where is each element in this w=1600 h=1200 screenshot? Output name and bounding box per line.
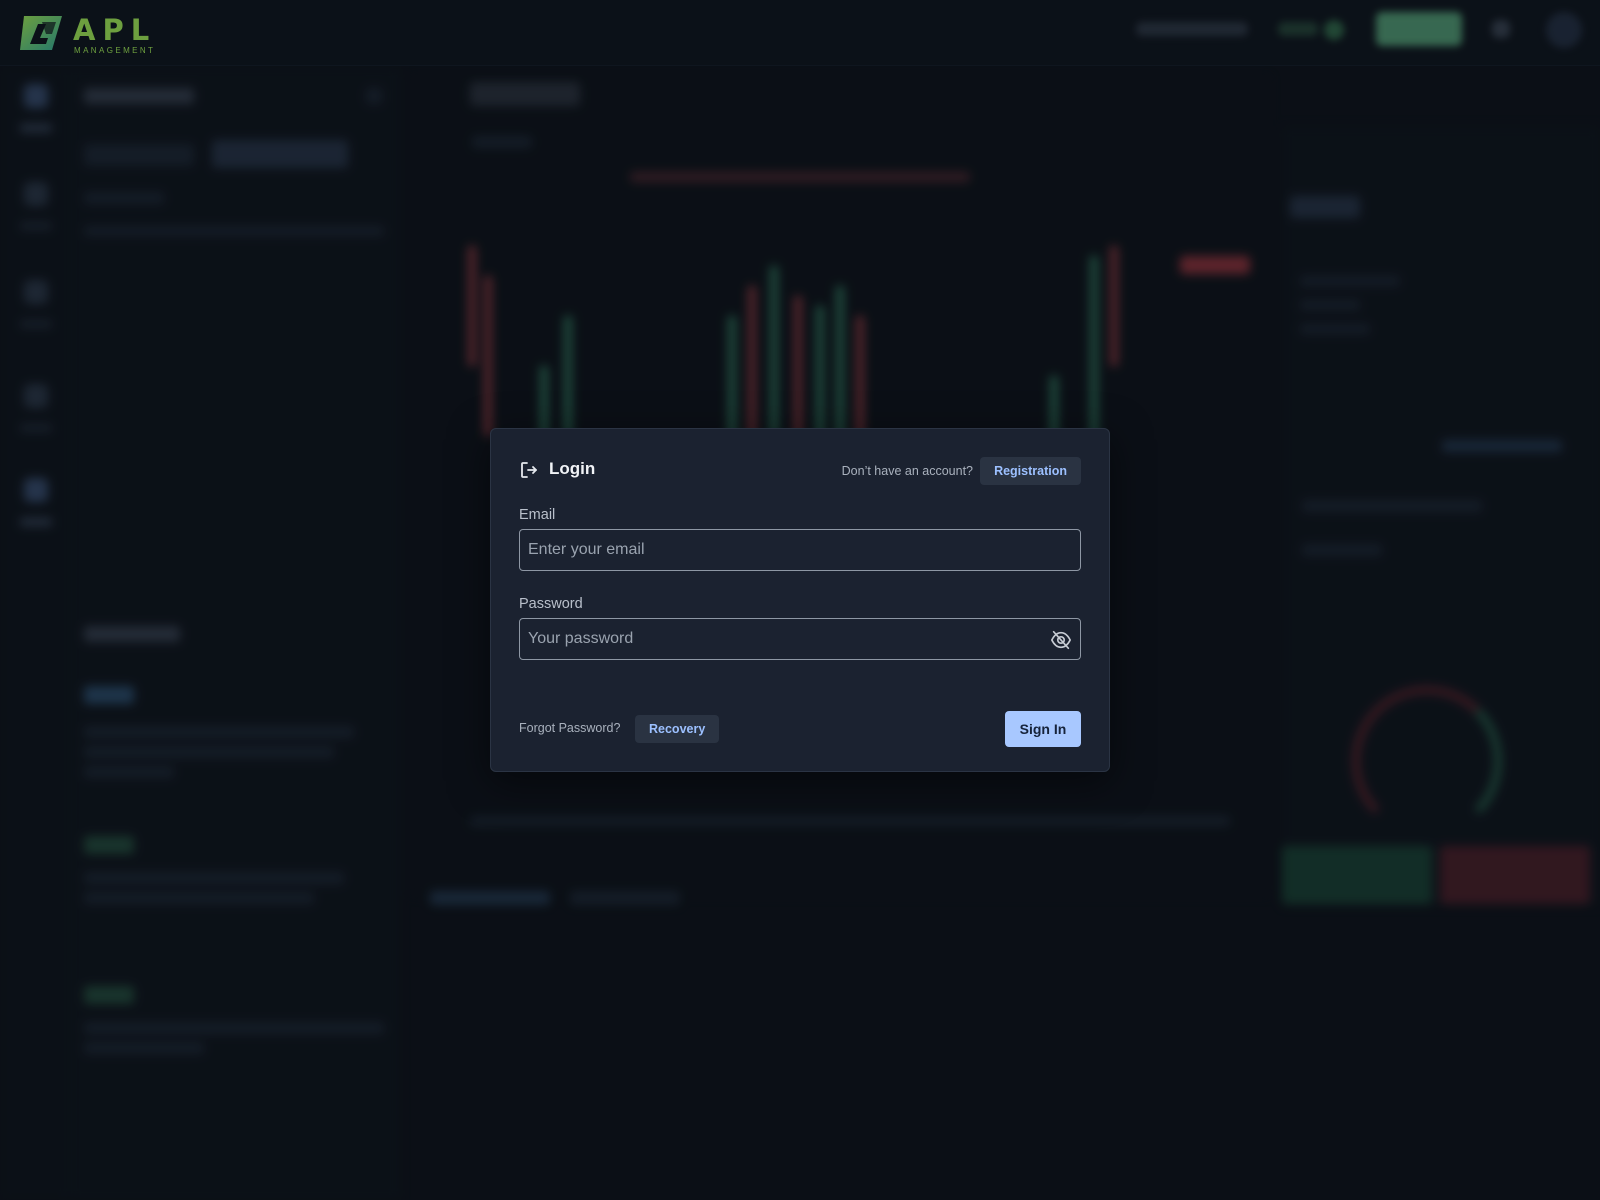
dialog-header: Login Don’t have an account? Registratio… (519, 457, 1081, 487)
registration-button[interactable]: Registration (980, 457, 1081, 485)
password-field[interactable] (520, 619, 1080, 659)
eye-off-icon[interactable] (1050, 629, 1072, 651)
sign-in-button[interactable]: Sign In (1005, 711, 1081, 747)
login-arrow-icon (521, 462, 537, 478)
login-dialog: Login Don’t have an account? Registratio… (490, 428, 1110, 772)
recovery-button[interactable]: Recovery (635, 715, 720, 743)
dialog-title: Login (549, 459, 596, 478)
email-label: Email (519, 507, 556, 523)
no-account-text: Don’t have an account? (841, 464, 973, 478)
email-field[interactable] (520, 530, 1080, 570)
email-field-container (519, 529, 1081, 571)
password-label: Password (519, 596, 583, 612)
forgot-password-text: Forgot Password? (519, 721, 621, 735)
password-field-container (519, 618, 1081, 660)
